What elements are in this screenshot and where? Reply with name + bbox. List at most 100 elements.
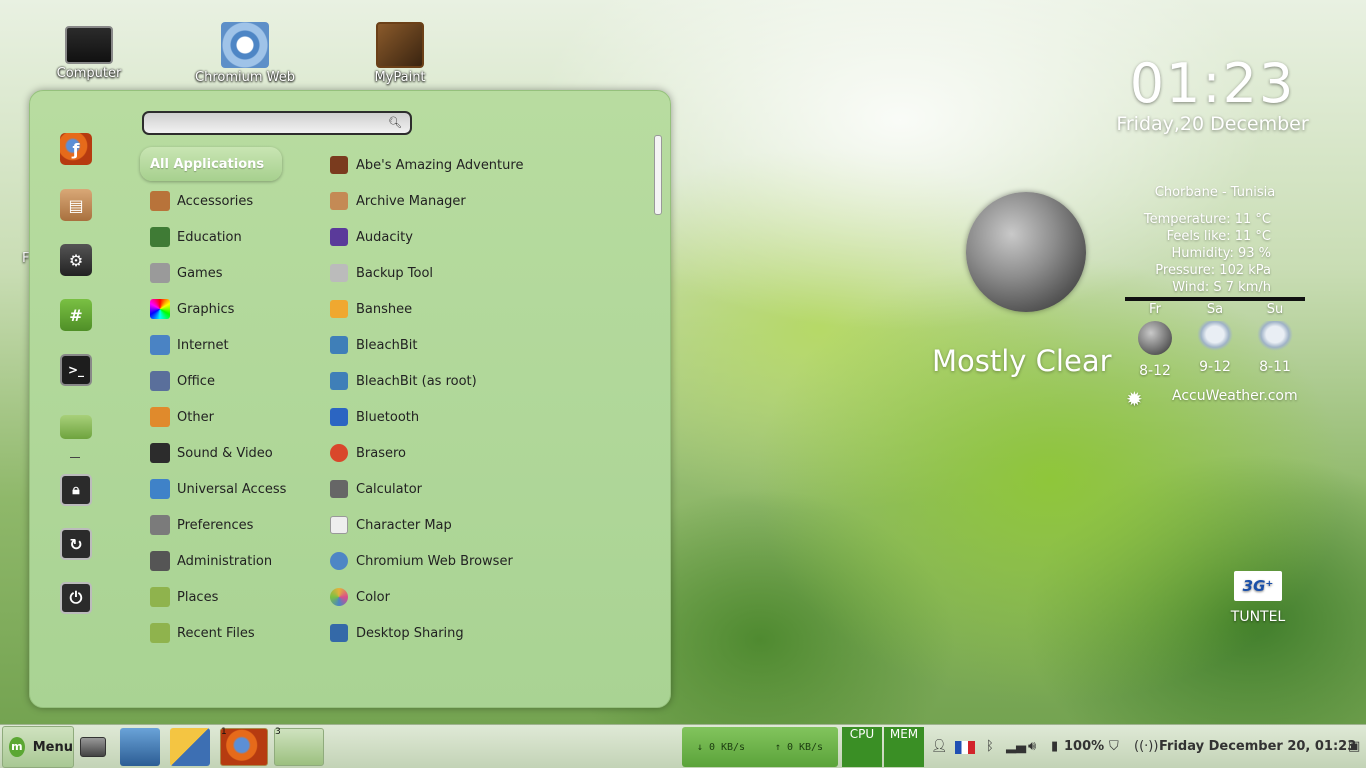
bluetooth-icon bbox=[330, 408, 348, 426]
category-label: Recent Files bbox=[177, 625, 255, 641]
app-item[interactable]: BleachBit (as root) bbox=[330, 363, 650, 399]
app-item[interactable]: Banshee bbox=[330, 291, 650, 327]
app-list-scrollbar[interactable] bbox=[654, 135, 662, 215]
category-preferences[interactable]: Preferences bbox=[140, 507, 320, 543]
search-field[interactable]: 🔍︎ bbox=[142, 111, 412, 135]
recent-files-icon bbox=[150, 623, 170, 643]
clock-date: Friday,20 December bbox=[1116, 113, 1309, 135]
category-label: Education bbox=[177, 229, 242, 245]
mem-label: MEM bbox=[889, 727, 919, 741]
app-item[interactable]: Bluetooth bbox=[330, 399, 650, 435]
logout-icon[interactable]: ↻ bbox=[60, 528, 92, 560]
desktop-icon-label: MyPaint bbox=[374, 70, 426, 85]
category-label: Administration bbox=[177, 553, 273, 569]
memory-monitor: MEM bbox=[884, 727, 924, 767]
cloud-icon bbox=[1197, 321, 1233, 351]
app-item[interactable]: Archive Manager bbox=[330, 183, 650, 219]
category-graphics[interactable]: Graphics bbox=[140, 291, 320, 327]
category-places[interactable]: Places bbox=[140, 579, 320, 615]
firefox-window-button[interactable]: 1 bbox=[220, 727, 268, 766]
category-label: Other bbox=[177, 409, 214, 425]
taskbar: m Menu 1 3 ↓ 0 KB/s ↑ 0 KB/s CPU MEM 👤︎ … bbox=[0, 724, 1366, 768]
app-label: Chromium Web Browser bbox=[356, 553, 513, 569]
brasero-icon bbox=[330, 444, 348, 462]
folder-icon[interactable] bbox=[60, 415, 92, 439]
bleachbit-launcher-icon[interactable] bbox=[120, 728, 160, 766]
weather-feels-like: Feels like: 11 °C bbox=[1166, 229, 1271, 244]
app-item[interactable]: Character Map bbox=[330, 507, 650, 543]
keyboard-layout-icon[interactable] bbox=[955, 741, 975, 754]
category-education[interactable]: Education bbox=[140, 219, 320, 255]
firefox-icon[interactable]: ƒ bbox=[60, 133, 92, 165]
app-item[interactable]: Calculator bbox=[330, 471, 650, 507]
desktop-icon-mypaint[interactable]: MyPaint bbox=[340, 22, 460, 85]
terminal-hash-icon[interactable]: # bbox=[60, 299, 92, 331]
terminal-icon[interactable]: >_ bbox=[60, 354, 92, 386]
desktop-sharing-icon bbox=[330, 624, 348, 642]
category-other[interactable]: Other bbox=[140, 399, 320, 435]
signal-strength-icon[interactable]: ▂▄ bbox=[1006, 739, 1026, 754]
forecast-day-name: Sa bbox=[1206, 302, 1224, 317]
app-label: Archive Manager bbox=[356, 193, 466, 209]
settings-icon[interactable]: ⚙ bbox=[60, 244, 92, 276]
category-games[interactable]: Games bbox=[140, 255, 320, 291]
lock-icon[interactable]: 🔒︎ bbox=[60, 474, 92, 506]
battery-icon[interactable]: ▮ bbox=[1051, 739, 1058, 754]
category-office[interactable]: Office bbox=[140, 363, 320, 399]
internet-icon bbox=[150, 335, 170, 355]
menu-button[interactable]: m Menu bbox=[2, 726, 74, 768]
weather-condition: Mostly Clear bbox=[932, 344, 1112, 378]
app-label: Desktop Sharing bbox=[356, 625, 464, 641]
mypaint-icon bbox=[376, 22, 424, 68]
banshee-icon bbox=[330, 300, 348, 318]
bluetooth-icon[interactable]: ᛒ bbox=[986, 739, 994, 754]
desktop-icon-tuntel[interactable]: 3G⁺ TUNTEL bbox=[1222, 571, 1294, 625]
color-icon bbox=[330, 588, 348, 606]
audacity-icon bbox=[330, 228, 348, 246]
window-list-icon[interactable]: ▣ bbox=[1348, 739, 1360, 754]
app-label: Banshee bbox=[356, 301, 413, 317]
shield-icon[interactable]: ⛉ bbox=[1109, 739, 1119, 754]
category-internet[interactable]: Internet bbox=[140, 327, 320, 363]
forecast-day: Sa 9-12 bbox=[1193, 302, 1237, 375]
universal-access-icon bbox=[150, 479, 170, 499]
category-all-applications[interactable]: All Applications bbox=[140, 147, 282, 181]
graphics-icon bbox=[150, 299, 170, 319]
category-sound-video[interactable]: Sound & Video bbox=[140, 435, 320, 471]
weather-provider-link[interactable]: AccuWeather.com bbox=[1172, 388, 1298, 404]
search-input[interactable] bbox=[152, 115, 372, 129]
education-icon bbox=[150, 227, 170, 247]
category-administration[interactable]: Administration bbox=[140, 543, 320, 579]
archive-icon[interactable]: ▤ bbox=[60, 189, 92, 221]
app-item[interactable]: Abe's Amazing Adventure bbox=[330, 147, 650, 183]
app-item[interactable]: Brasero bbox=[330, 435, 650, 471]
app-item[interactable]: BleachBit bbox=[330, 327, 650, 363]
app-label: BleachBit (as root) bbox=[356, 373, 477, 389]
app-item[interactable]: Desktop Sharing bbox=[330, 615, 650, 651]
app-label: Brasero bbox=[356, 445, 407, 461]
office-launcher-icon[interactable] bbox=[170, 728, 210, 766]
taskbar-clock[interactable]: Friday December 20, 01:23 bbox=[1159, 739, 1356, 754]
preferences-icon bbox=[150, 515, 170, 535]
category-recent-files[interactable]: Recent Files bbox=[140, 615, 320, 651]
desktop-icon-chromium[interactable]: Chromium Web bbox=[185, 22, 305, 85]
category-accessories[interactable]: Accessories bbox=[140, 183, 320, 219]
user-icon[interactable]: 👤︎ bbox=[931, 739, 948, 754]
power-icon[interactable]: ⏻ bbox=[60, 582, 92, 614]
calculator-icon bbox=[330, 480, 348, 498]
app-item[interactable]: Color bbox=[330, 579, 650, 615]
app-item[interactable]: Chromium Web Browser bbox=[330, 543, 650, 579]
files-window-button[interactable]: 3 bbox=[274, 727, 324, 766]
network-speed-monitor: ↓ 0 KB/s ↑ 0 KB/s bbox=[682, 727, 838, 767]
category-universal-access[interactable]: Universal Access bbox=[140, 471, 320, 507]
computer-icon bbox=[65, 26, 113, 64]
workspace-number: 1 bbox=[221, 727, 227, 737]
app-label: BleachBit bbox=[356, 337, 418, 353]
network-icon[interactable]: ((·)) bbox=[1134, 739, 1158, 754]
show-desktop-icon[interactable] bbox=[80, 737, 106, 757]
volume-icon[interactable]: 🔊︎ bbox=[1028, 739, 1036, 754]
desktop-icon-computer[interactable]: Computer bbox=[29, 22, 149, 81]
app-item[interactable]: Audacity bbox=[330, 219, 650, 255]
app-item[interactable]: Backup Tool bbox=[330, 255, 650, 291]
weather-moon-icon bbox=[966, 192, 1086, 312]
